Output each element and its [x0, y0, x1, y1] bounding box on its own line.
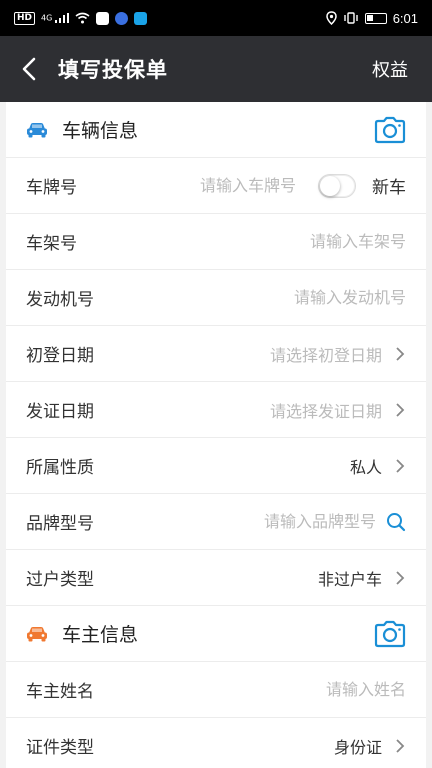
battery-icon	[364, 12, 387, 24]
toggle-knob	[320, 175, 340, 196]
new-car-toggle[interactable]	[318, 173, 356, 198]
owner-section-header: 车主信息	[6, 606, 426, 662]
owner-name-row: 车主姓名	[6, 662, 426, 718]
brand-model-input[interactable]	[136, 512, 376, 531]
back-arrow-icon	[22, 57, 36, 81]
vibrate-icon	[343, 12, 358, 24]
vehicle-section-title: 车辆信息	[62, 120, 139, 142]
search-icon[interactable]	[386, 512, 406, 532]
plate-number-row: 车牌号 新车	[6, 158, 426, 214]
transfer-type-row[interactable]: 过户类型 非过户车	[6, 550, 426, 606]
engine-number-input[interactable]	[136, 288, 406, 307]
owner-name-input[interactable]	[136, 680, 406, 699]
status-bar: HD 4G 6:01	[0, 0, 432, 36]
engine-number-label: 发动机号	[26, 290, 94, 310]
chevron-right-icon	[396, 346, 405, 361]
ownership-type-value: 私人	[349, 457, 382, 477]
search-notification-icon	[133, 11, 147, 25]
engine-number-row: 发动机号	[6, 270, 426, 326]
register-date-placeholder: 请选择初登日期	[269, 345, 382, 365]
status-left: HD 4G	[14, 11, 147, 25]
ownership-type-row[interactable]: 所属性质 私人	[6, 438, 426, 494]
plate-number-label: 车牌号	[26, 178, 77, 198]
signal-icon: 4G	[41, 13, 69, 23]
vin-label: 车架号	[26, 234, 77, 254]
owner-section-title: 车主信息	[62, 624, 139, 646]
issue-date-placeholder: 请选择发证日期	[269, 401, 382, 421]
transfer-type-label: 过户类型	[26, 570, 94, 590]
chevron-right-icon	[396, 570, 405, 585]
chevron-right-icon	[396, 458, 405, 473]
register-date-row[interactable]: 初登日期 请选择初登日期	[6, 326, 426, 382]
camera-icon	[374, 620, 406, 647]
car-icon	[26, 120, 50, 140]
plate-number-input[interactable]	[178, 176, 296, 195]
status-right: 6:01	[325, 10, 418, 26]
issue-date-row[interactable]: 发证日期 请选择发证日期	[6, 382, 426, 438]
id-type-label: 证件类型	[26, 738, 94, 758]
ownership-type-label: 所属性质	[26, 458, 94, 478]
app-header: 填写投保单 权益	[0, 36, 432, 102]
owner-camera-button[interactable]	[374, 620, 406, 648]
page-title: 填写投保单	[58, 58, 168, 82]
issue-date-label: 发证日期	[26, 402, 94, 422]
brand-model-label: 品牌型号	[26, 514, 94, 534]
chevron-right-icon	[396, 402, 405, 417]
location-icon	[325, 11, 337, 25]
vehicle-section-header: 车辆信息	[6, 102, 426, 158]
chevron-right-icon	[396, 738, 405, 753]
shield-notification-icon	[114, 11, 128, 25]
transfer-type-value: 非过户车	[317, 569, 382, 589]
hd-badge: HD	[14, 11, 36, 25]
owner-name-label: 车主姓名	[26, 682, 94, 702]
vehicle-camera-button[interactable]	[374, 116, 406, 144]
car-icon	[26, 624, 50, 644]
brand-model-row: 品牌型号	[6, 494, 426, 550]
status-time: 6:01	[392, 10, 418, 26]
register-date-label: 初登日期	[26, 346, 94, 366]
id-type-row[interactable]: 证件类型 身份证	[6, 718, 426, 768]
form-content: 车辆信息 车牌号 新车 车架号 发动机号 初登日期 请选择初登日期 发证日期 请…	[6, 102, 426, 768]
new-car-label: 新车	[372, 178, 406, 198]
vin-input[interactable]	[136, 232, 406, 251]
id-type-value: 身份证	[333, 737, 382, 757]
wifi-icon	[75, 12, 90, 24]
app-notification-icon	[95, 11, 109, 25]
benefits-button[interactable]: 权益	[372, 56, 432, 82]
vin-row: 车架号	[6, 214, 426, 270]
camera-icon	[374, 116, 406, 143]
back-button[interactable]	[0, 36, 58, 102]
